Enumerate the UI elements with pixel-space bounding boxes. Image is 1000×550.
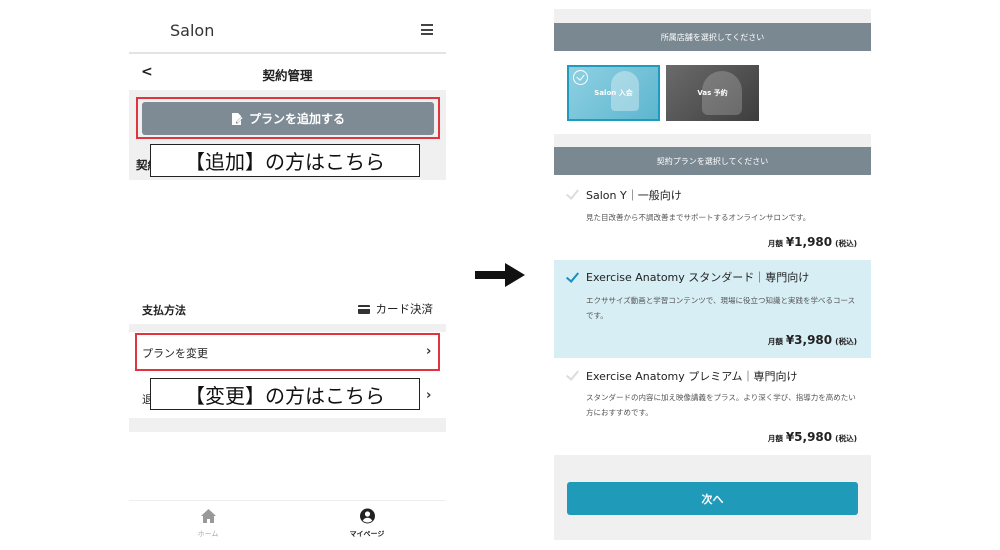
checkmark-icon xyxy=(565,368,579,382)
divider xyxy=(129,324,446,332)
tab-home-label: ホーム xyxy=(197,530,219,538)
next-button-label: 次へ xyxy=(701,492,724,506)
tab-mypage[interactable]: マイページ xyxy=(317,508,417,539)
page-title: 契約管理 xyxy=(262,68,313,83)
callout-change: 【変更】の方はこちら xyxy=(150,378,420,410)
chevron-right-icon[interactable]: › xyxy=(426,344,431,359)
tab-home[interactable]: ホーム xyxy=(158,508,258,539)
change-plan-link[interactable]: プランを変更 xyxy=(142,345,208,361)
callout-add: 【追加】の方はこちら xyxy=(150,144,420,177)
checkmark-icon xyxy=(565,270,579,284)
store-label: Vas 予約 xyxy=(697,89,728,97)
chevron-right-icon[interactable]: › xyxy=(426,388,431,403)
payment-value-text: カード決済 xyxy=(375,302,434,316)
sub-header: < 契約管理 xyxy=(129,56,446,90)
callout-change-text: 【変更】の方はこちら xyxy=(185,383,385,408)
credit-card-icon xyxy=(357,304,370,314)
contract-management-screen: Salon < 契約管理 プランを追加する 契約 【追加】の方はこちら 支払方法… xyxy=(129,0,446,550)
add-plan-button[interactable]: プランを追加する xyxy=(142,102,434,135)
plan-name: Salon Y｜一般向け xyxy=(586,189,682,202)
plan-option-salon-y[interactable]: Salon Y｜一般向け 見た目改善から不調改善までサポートするオンラインサロン… xyxy=(554,175,871,260)
brand-logo[interactable]: Salon xyxy=(170,21,214,40)
store-section-title: 所属店舗を選択してください xyxy=(660,32,765,42)
right-arrow-icon xyxy=(475,263,525,287)
section-background xyxy=(554,134,871,147)
plan-price: 月額 ¥5,980 (税込) xyxy=(767,430,857,444)
bottom-tab-bar: ホーム マイページ xyxy=(129,500,446,550)
checkmark-icon xyxy=(565,187,579,201)
plan-option-standard[interactable]: Exercise Anatomy スタンダード｜専門向け エクササイズ動画と学習… xyxy=(554,260,871,358)
home-icon xyxy=(200,509,216,523)
check-circle-icon xyxy=(573,70,588,85)
callout-add-text: 【追加】の方はこちら xyxy=(185,150,385,174)
user-circle-icon xyxy=(359,508,375,524)
plan-section-title: 契約プランを選択してください xyxy=(656,156,769,166)
tab-mypage-label: マイページ xyxy=(349,530,385,538)
section-background xyxy=(129,418,446,432)
menu-icon[interactable] xyxy=(421,24,433,35)
store-section-header: 所属店舗を選択してください xyxy=(554,23,871,51)
plan-selection-screen: 所属店舗を選択してください Salon 入会 Vas 予約 契約プランを選択して… xyxy=(554,0,871,540)
plan-option-premium[interactable]: Exercise Anatomy プレミアム｜専門向け スタンダードの内容に加え… xyxy=(554,358,871,453)
plan-price: 月額 ¥1,980 (税込) xyxy=(767,235,857,249)
store-option-vas[interactable]: Vas 予約 xyxy=(666,65,759,121)
plan-description: エクササイズ動画と学習コンテンツで、現場に役立つ知識と実践を学べるコースです。 xyxy=(586,296,856,320)
store-label: Salon 入会 xyxy=(594,89,633,97)
section-background xyxy=(554,9,871,23)
plan-section-header: 契約プランを選択してください xyxy=(554,147,871,175)
plan-description: スタンダードの内容に加え映像講義をプラス。より深く学び、指導力を高めたい方におす… xyxy=(586,393,856,417)
store-option-salon[interactable]: Salon 入会 xyxy=(567,65,660,121)
payment-value: カード決済 xyxy=(357,301,434,317)
payment-label: 支払方法 xyxy=(142,304,186,317)
plan-name: Exercise Anatomy プレミアム｜専門向け xyxy=(586,370,798,383)
payment-method-row: 支払方法 カード決済 xyxy=(129,292,446,324)
app-header: Salon xyxy=(129,0,446,54)
section-label-partial: 契約 xyxy=(136,158,150,172)
plan-price: 月額 ¥3,980 (税込) xyxy=(767,333,857,347)
next-button[interactable]: 次へ xyxy=(567,482,858,515)
add-plan-label: プランを追加する xyxy=(248,112,345,126)
plan-description: 見た目改善から不調改善までサポートするオンラインサロンです。 xyxy=(586,213,811,222)
edit-document-icon xyxy=(231,112,243,125)
plan-name: Exercise Anatomy スタンダード｜専門向け xyxy=(586,271,810,284)
